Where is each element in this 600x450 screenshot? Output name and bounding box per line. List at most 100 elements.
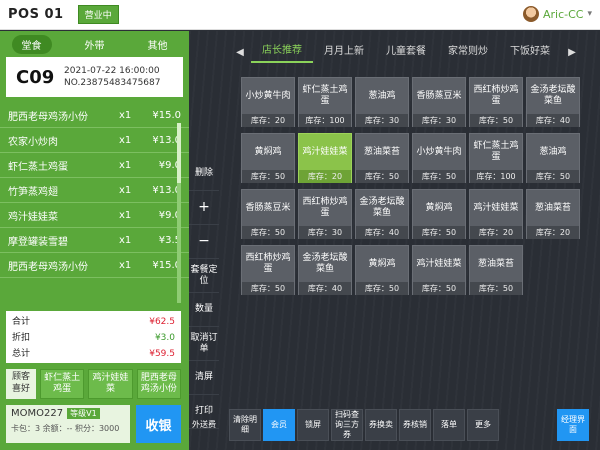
cancel-order-button[interactable]: 取消订单 [189, 327, 219, 361]
tab-category[interactable]: 儿童套餐 [375, 42, 437, 62]
dish-tile[interactable]: 葱油菜苔 库存：50 [355, 133, 409, 183]
customer-preferences: 顾客喜好 虾仁蒸土鸡蛋 鸡汁娃娃菜 肥西老母鸡汤小份 [6, 369, 181, 399]
preference-item[interactable]: 鸡汁娃娃菜 [88, 369, 133, 399]
member-balance: 余额：-- [42, 424, 73, 433]
dish-tile[interactable]: 葱油鸡 库存：30 [355, 77, 409, 127]
member-meta: 卡包：3 余额：-- 积分：3000 [11, 423, 125, 434]
dish-tile[interactable]: 鸡汁娃娃菜 库存：20 [469, 189, 523, 239]
item-qty: x1 [119, 259, 132, 271]
member-button[interactable]: 会员 [263, 409, 295, 441]
order-items: 肥西老母鸡汤小份 x1 ¥15.0 农家小炒肉 x1 ¥13.0 虾仁蒸土鸡蛋 x1 ¥9.… [0, 103, 189, 278]
avatar [522, 6, 539, 22]
combo-locate-button[interactable]: 套餐定位 [189, 259, 219, 293]
more-button[interactable]: 更多 [467, 409, 499, 441]
delete-button[interactable]: 删除 [189, 157, 219, 191]
dish-tile[interactable]: 葱油菜苔 库存：20 [526, 189, 580, 239]
chevron-right-icon[interactable]: ▶ [561, 47, 583, 58]
tab-takeaway[interactable]: 外带 [75, 35, 115, 54]
dish-tile[interactable]: 金汤老坛酸菜鱼 库存：40 [298, 245, 352, 295]
coupon-exchange-button[interactable]: 券换卖 [365, 409, 397, 441]
quantity-button[interactable]: 数量 [189, 293, 219, 327]
dish-tile[interactable]: 小炒黄牛肉 库存：20 [241, 77, 295, 127]
dish-tile[interactable]: 鸡汁娃娃菜 库存：50 [412, 245, 466, 295]
side-operations: 删除 + − 套餐定位 数量 取消订单 清屏 打印 [189, 157, 219, 429]
scan-coupon-button[interactable]: 扫码查询三方券 [331, 409, 363, 441]
tab-dine-in[interactable]: 堂食 [11, 34, 52, 54]
tab-category[interactable]: 家常则炒 [437, 42, 499, 62]
lock-screen-button[interactable]: 锁屏 [297, 409, 329, 441]
dish-tile[interactable]: 西红柿炒鸡蛋 库存：50 [241, 245, 295, 295]
menu-panel: ◀ 店长推荐 月月上新 儿童套餐 家常则炒 下饭好菜 ▶ 删除 + − 套餐定位… [189, 31, 600, 450]
dish-tile[interactable]: 香肠蒸豆米 库存：50 [241, 189, 295, 239]
dish-name: 鸡汁娃娃菜 [302, 146, 348, 157]
tab-category[interactable]: 下饭好菜 [499, 42, 561, 62]
order-item[interactable]: 鸡汁娃娃菜 x1 ¥9.0 [0, 203, 189, 228]
dish-name: 西红柿炒鸡蛋 [302, 197, 348, 218]
item-name: 农家小炒肉 [8, 136, 58, 148]
user-menu[interactable]: Aric-CC ▾ [522, 6, 592, 22]
dish-tile[interactable]: 黄焖鸡 库存：50 [355, 245, 409, 295]
member-card[interactable]: MOMO227 等级V1 卡包：3 余额：-- 积分：3000 [6, 405, 130, 443]
table-number: C09 [16, 66, 55, 88]
dish-stock: 库存：50 [242, 282, 294, 295]
order-item[interactable]: 农家小炒肉 x1 ¥13.0 [0, 128, 189, 153]
manager-button[interactable]: 经理界面 [557, 409, 589, 441]
tab-category[interactable]: 店长推荐 [251, 41, 313, 63]
dish-tile[interactable]: 金汤老坛酸菜鱼 库存：40 [355, 189, 409, 239]
dish-name: 西红柿炒鸡蛋 [473, 85, 519, 106]
dish-stock: 库存：100 [299, 114, 351, 127]
dish-tile[interactable]: 香肠蒸豆米 库存：30 [412, 77, 466, 127]
increase-button[interactable]: + [189, 191, 219, 225]
dish-stock: 库存：50 [356, 282, 408, 295]
dish-tile[interactable]: 西红柿炒鸡蛋 库存：50 [469, 77, 523, 127]
clear-details-button[interactable]: 清除明细 [229, 409, 261, 441]
dish-tile[interactable]: 葱油菜苔 库存：50 [469, 245, 523, 295]
preference-item[interactable]: 虾仁蒸土鸡蛋 [40, 369, 85, 399]
dish-stock: 库存：20 [299, 170, 351, 183]
member-points: 积分：3000 [74, 424, 120, 433]
dish-tile[interactable]: 葱油鸡 库存：50 [526, 133, 580, 183]
order-item[interactable]: 肥西老母鸡汤小份 x1 ¥15.0 [0, 253, 189, 278]
dish-stock: 库存：30 [299, 226, 351, 239]
grand-total-label: 总计 [12, 349, 31, 359]
dish-name: 黄焖鸡 [254, 146, 282, 157]
dish-tile[interactable]: 鸡汁娃娃菜库存：20 [298, 133, 352, 183]
order-scroll-thumb[interactable] [177, 123, 181, 183]
dish-tile[interactable]: 金汤老坛酸菜鱼 库存：40 [526, 77, 580, 127]
decrease-button[interactable]: − [189, 225, 219, 259]
preference-item[interactable]: 肥西老母鸡汤小份 [136, 369, 181, 399]
item-qty: x1 [119, 234, 132, 246]
grand-total-value: ¥59.5 [149, 349, 175, 359]
order-item[interactable]: 摩登罐装雪碧 x1 ¥3.5 [0, 228, 189, 253]
member-card-count: 卡包：3 [11, 424, 41, 433]
clear-screen-button[interactable]: 清屏 [189, 361, 219, 395]
dish-tile[interactable]: 西红柿炒鸡蛋库存：30 [298, 189, 352, 239]
dish-tile[interactable]: 虾仁蒸土鸡蛋 库存：100 [469, 133, 523, 183]
dish-name: 小炒黄牛肉 [416, 146, 462, 157]
tab-category[interactable]: 月月上新 [313, 42, 375, 62]
dish-tile[interactable]: 小炒黄牛肉库存：50 [412, 133, 466, 183]
dish-tile[interactable]: 黄焖鸡 库存：50 [412, 189, 466, 239]
order-item[interactable]: 肥西老母鸡汤小份 x1 ¥15.0 [0, 103, 189, 128]
chevron-left-icon[interactable]: ◀ [229, 47, 251, 58]
item-qty: x1 [119, 184, 132, 196]
item-price: ¥15.0 [152, 109, 181, 121]
coupon-verify-button[interactable]: 券核销 [399, 409, 431, 441]
order-item[interactable]: 竹笋蒸鸡翅 x1 ¥13.0 [0, 178, 189, 203]
item-price: ¥3.5 [158, 234, 181, 246]
dish-name: 鸡汁娃娃菜 [416, 258, 462, 269]
discount-row: 折扣 ¥3.0 [12, 330, 175, 346]
dish-stock: 库存：50 [413, 170, 465, 183]
dish-tile[interactable]: 黄焖鸡 库存：50 [241, 133, 295, 183]
delivery-fee-button[interactable]: 外送费 [189, 409, 219, 441]
order-item[interactable]: 虾仁蒸土鸡蛋 x1 ¥9.0 [0, 153, 189, 178]
item-name: 摩登罐装雪碧 [8, 236, 68, 248]
dish-tile[interactable]: 虾仁蒸土鸡蛋 库存：100 [298, 77, 352, 127]
checkout-button[interactable]: 收银 [136, 405, 181, 443]
item-name: 虾仁蒸土鸡蛋 [8, 161, 68, 173]
dish-stock: 库存：50 [413, 226, 465, 239]
tab-other[interactable]: 其他 [138, 35, 178, 54]
discount-label: 折扣 [12, 333, 31, 343]
place-order-button[interactable]: 落单 [433, 409, 465, 441]
dish-stock: 库存：50 [527, 170, 579, 183]
